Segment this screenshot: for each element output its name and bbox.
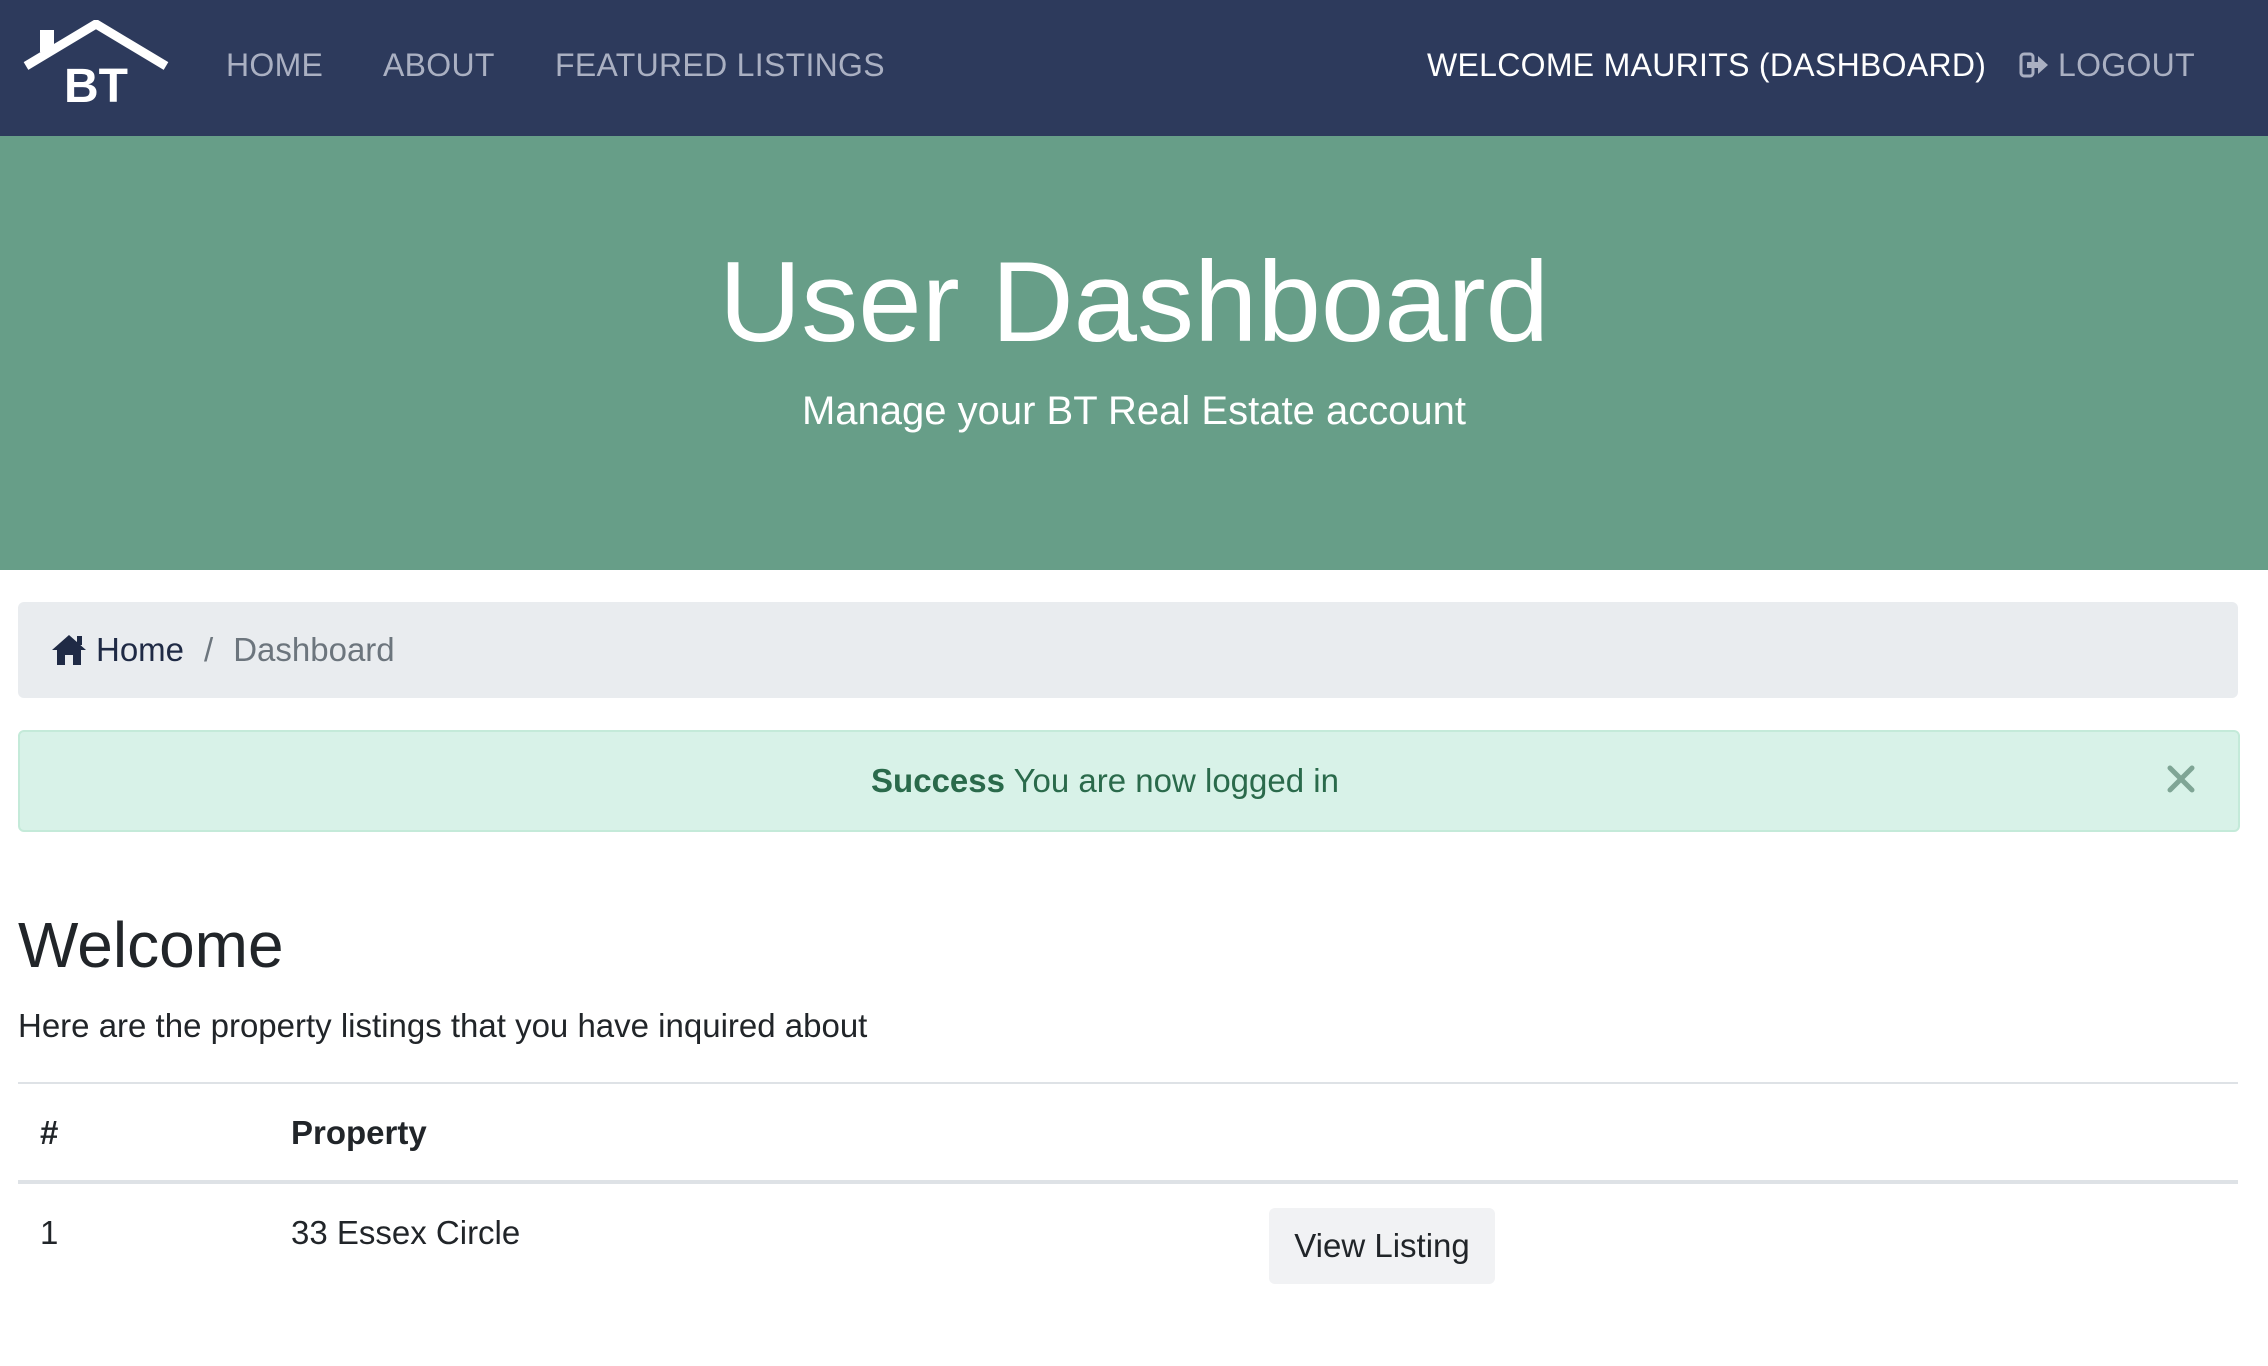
svg-text:BT: BT: [64, 60, 128, 110]
welcome-text: Here are the property listings that you …: [18, 1007, 868, 1044]
nav-dashboard-link[interactable]: WELCOME MAURITS (DASHBOARD): [1427, 40, 1986, 90]
table-header-number: #: [40, 1114, 59, 1151]
page-subtitle: Manage your BT Real Estate account: [801, 389, 1467, 433]
row-property: 33 Essex Circle: [291, 1214, 521, 1251]
logout-link[interactable]: LOGOUT: [2018, 40, 2195, 90]
table-header-border: [18, 1180, 2238, 1184]
nav-home-link[interactable]: HOME: [226, 40, 323, 90]
alert-text: Success You are now logged in: [20, 732, 2190, 830]
sign-out-icon: [2019, 52, 2048, 78]
breadcrumb: Home / Dashboard: [18, 602, 2238, 698]
page-title: User Dashboard: [718, 239, 1550, 366]
row-number: 1: [40, 1214, 59, 1251]
home-icon: [52, 635, 86, 665]
success-alert: Success You are now logged in: [18, 730, 2240, 832]
breadcrumb-home-link[interactable]: Home: [50, 631, 184, 669]
breadcrumb-current: Dashboard: [233, 631, 395, 668]
nav-about-link[interactable]: ABOUT: [383, 40, 495, 90]
bt-logo[interactable]: BT: [22, 20, 170, 110]
breadcrumb-separator: /: [204, 631, 214, 668]
welcome-heading: Welcome: [18, 909, 284, 981]
breadcrumb-home-label: Home: [96, 631, 185, 668]
navbar: BT HOME ABOUT FEATURED LISTINGS WELCOME …: [0, 0, 2268, 136]
nav-featured-listings-link[interactable]: FEATURED LISTINGS: [555, 40, 885, 90]
alert-strong: Success: [871, 762, 1005, 799]
table-header-property: Property: [291, 1114, 427, 1151]
logout-label: LOGOUT: [2058, 47, 2195, 83]
view-listing-button[interactable]: View Listing: [1269, 1208, 1495, 1284]
close-icon[interactable]: [2164, 762, 2198, 796]
hero-banner: User Dashboard Manage your BT Real Estat…: [0, 136, 2268, 570]
alert-message: You are now logged in: [1013, 762, 1339, 799]
table-top-border: [18, 1082, 2238, 1084]
